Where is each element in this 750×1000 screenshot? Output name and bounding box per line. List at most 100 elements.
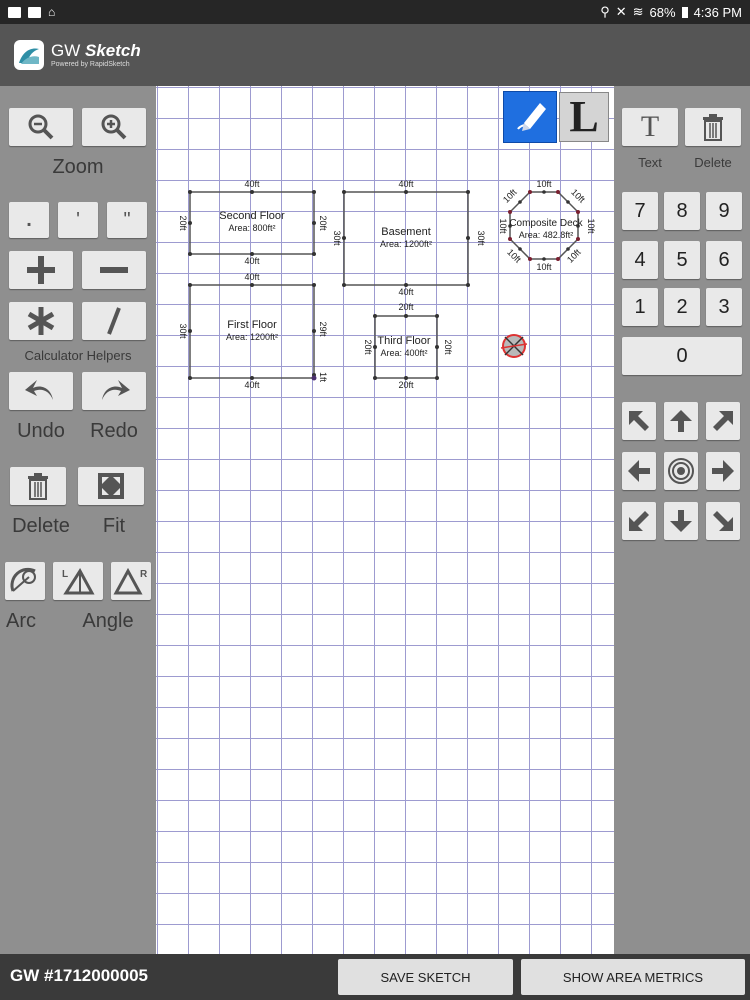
first-floor-top-dim: 40ft — [244, 272, 260, 282]
bottom-bar: GW #1712000005 SAVE SKETCH SHOW AREA MET… — [0, 954, 750, 1000]
key-6[interactable]: 6 — [706, 241, 742, 279]
key-7[interactable]: 7 — [622, 192, 658, 230]
delete-shape-button[interactable] — [10, 467, 66, 505]
fit-label: Fit — [102, 515, 126, 537]
flipboard-icon — [28, 6, 41, 18]
left-angle-icon: L — [62, 568, 95, 595]
period-helper-button[interactable]: . — [9, 202, 49, 238]
line-tool-button[interactable]: L — [559, 92, 609, 142]
deck-dim-right: 10ft — [586, 218, 596, 234]
plus-button[interactable] — [9, 251, 73, 289]
gw-logo-icon — [19, 48, 39, 64]
arc-button[interactable] — [5, 562, 45, 600]
deck-dim-top-left: 10ft — [501, 187, 519, 205]
right-angle-button[interactable]: R — [111, 562, 151, 600]
multiply-button[interactable] — [9, 302, 73, 340]
inches-helper-button[interactable]: " — [107, 202, 147, 238]
key-5[interactable]: 5 — [664, 241, 700, 279]
shape-composite-deck[interactable]: Composite Deck Area: 482.8ft² 10ft 10ft … — [498, 179, 596, 272]
basement-top-dim: 40ft — [398, 179, 414, 189]
right-toolbar: T Text Delete 7 8 9 4 5 6 1 2 3 0 — [614, 86, 750, 954]
basement-bottom-dim: 40ft — [398, 287, 414, 297]
gw-id: GW #1712000005 — [10, 966, 148, 985]
redo-icon — [102, 380, 130, 400]
deck-dim-bottom: 10ft — [536, 262, 552, 272]
shape-second-floor[interactable]: Second Floor Area: 800ft² 40ft 40ft 20ft… — [178, 179, 328, 266]
key-0[interactable]: 0 — [622, 337, 742, 375]
composite-deck-area: Area: 482.8ft² — [519, 230, 574, 240]
delete-text-button[interactable] — [685, 108, 741, 146]
shape-third-floor[interactable]: Third Floor Area: 400ft² 20ft 20ft 20ft … — [363, 302, 453, 390]
move-up-right-button[interactable] — [706, 402, 740, 440]
move-up-button[interactable] — [664, 402, 698, 440]
trash-icon — [28, 473, 48, 500]
location-icon: ⚲ — [600, 4, 610, 19]
home-icon: ⌂ — [48, 5, 56, 19]
first-floor-right-small-dim: 1ft — [318, 372, 328, 383]
second-floor-area: Area: 800ft² — [228, 223, 275, 233]
calculator-helpers-label: Calculator Helpers — [24, 348, 132, 363]
save-sketch-button[interactable]: SAVE SKETCH — [338, 959, 513, 995]
key-3[interactable]: 3 — [706, 288, 742, 326]
move-up-left-button[interactable] — [622, 402, 656, 440]
minus-button[interactable] — [82, 251, 146, 289]
arc-label: Arc — [6, 610, 36, 632]
move-down-button[interactable] — [664, 502, 698, 540]
delete-text-label: Delete — [694, 155, 732, 170]
basement-area: Area: 1200ft² — [380, 239, 432, 249]
first-floor-bottom-dim: 40ft — [244, 380, 260, 390]
arrow-down-icon — [670, 510, 692, 532]
composite-deck-name: Composite Deck — [509, 218, 583, 229]
battery-icon — [681, 6, 688, 18]
delete-label: Delete — [12, 515, 70, 537]
divide-button[interactable] — [82, 302, 146, 340]
shape-first-floor[interactable]: First Floor Area: 1200ft² 40ft 40ft 30ft… — [178, 272, 328, 390]
move-down-right-button[interactable] — [706, 502, 740, 540]
wifi-icon: ≋ — [632, 4, 644, 19]
key-1[interactable]: 1 — [622, 288, 658, 326]
key-4[interactable]: 4 — [622, 241, 658, 279]
zoom-out-button[interactable] — [9, 108, 73, 146]
text-tool-icon: T — [640, 110, 660, 143]
app-subtitle: Powered by RapidSketch — [51, 61, 130, 68]
text-label: Text — [638, 155, 662, 170]
move-right-button[interactable] — [706, 452, 740, 490]
key-8[interactable]: 8 — [664, 192, 700, 230]
undo-label: Undo — [17, 420, 65, 442]
second-floor-bottom-dim: 40ft — [244, 256, 260, 266]
second-floor-name: Second Floor — [219, 210, 285, 222]
arrow-down-right-icon — [713, 511, 733, 531]
mute-icon: ✕ — [615, 4, 627, 19]
left-angle-button[interactable]: L — [53, 562, 103, 600]
move-left-button[interactable] — [622, 452, 656, 490]
undo-button[interactable] — [9, 372, 73, 410]
gallery-icon — [8, 6, 21, 18]
battery-level: 68% — [649, 4, 676, 20]
cursor-marker-icon[interactable] — [500, 334, 528, 358]
zoom-in-button[interactable] — [82, 108, 146, 146]
text-tool-button[interactable]: T — [622, 108, 678, 146]
first-floor-area: Area: 1200ft² — [226, 332, 278, 342]
pen-tool-button[interactable] — [503, 91, 557, 143]
redo-button[interactable] — [82, 372, 146, 410]
second-floor-right-dim: 20ft — [318, 215, 328, 231]
right-angle-icon: R — [113, 567, 148, 595]
app-bar: GW Sketch Powered by RapidSketch — [0, 24, 750, 86]
feet-helper-button[interactable]: ' — [58, 202, 98, 238]
third-floor-top-dim: 20ft — [398, 302, 414, 312]
fit-screen-icon — [98, 473, 124, 499]
fit-button[interactable] — [78, 467, 144, 505]
sketch-canvas[interactable]: Second Floor Area: 800ft² 40ft 40ft 20ft… — [156, 86, 614, 954]
trash-icon — [703, 114, 723, 141]
angle-label: Angle — [82, 610, 134, 632]
svg-text:R: R — [140, 569, 148, 580]
key-9[interactable]: 9 — [706, 192, 742, 230]
show-area-metrics-button[interactable]: SHOW AREA METRICS — [521, 959, 745, 995]
arrow-up-right-icon — [713, 411, 733, 431]
shape-basement[interactable]: Basement Area: 1200ft² 40ft 40ft 30ft 30… — [332, 179, 486, 297]
move-down-left-button[interactable] — [622, 502, 656, 540]
key-2[interactable]: 2 — [664, 288, 700, 326]
center-button[interactable] — [664, 452, 698, 490]
left-toolbar: Zoom . ' " Calculator Helpers Undo Redo — [0, 86, 156, 954]
minus-icon — [100, 267, 128, 273]
